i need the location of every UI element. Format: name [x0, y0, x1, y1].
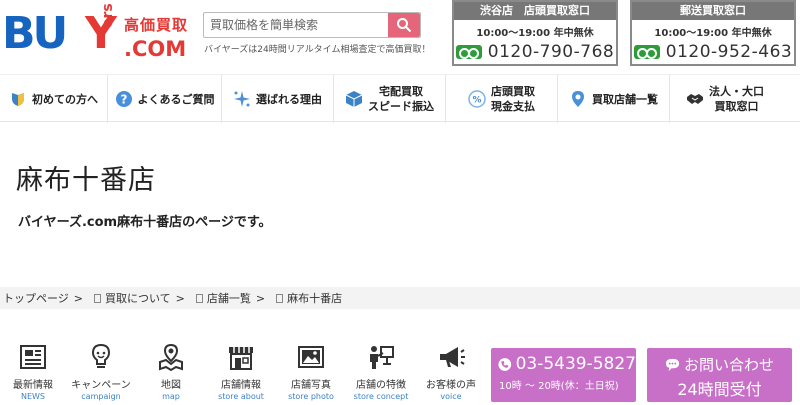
- presenter-icon: [370, 346, 394, 369]
- site-logo[interactable]: BU Y ers 高価買取 .COM: [2, 3, 192, 62]
- store-menu-label: 地図: [161, 380, 181, 391]
- nav-label: 買取店舗一覧: [592, 92, 658, 106]
- handshake-icon: [687, 94, 703, 104]
- store-menu-sublabel: store about: [218, 392, 264, 401]
- breadcrumb: トップページ > 買取について > 店舗一覧 > 麻布十番店: [0, 287, 800, 309]
- main-nav: 初めての方へ ? よくあるご質問 選ばれる理由 宅配買取 スピード振込 % 店頭…: [0, 74, 800, 123]
- cta-contact-label: お問い合わせ: [683, 356, 774, 374]
- store-menu-map[interactable]: 地図 map: [140, 342, 202, 401]
- breadcrumb-item-top[interactable]: トップページ: [3, 290, 69, 306]
- logo-buy: BU: [2, 8, 68, 59]
- search-tagline: バイヤーズは24時間リアルタイム相場査定で高価買取！: [204, 45, 431, 55]
- store-contact-hours: 10:00～19:00 年中無休: [476, 28, 594, 39]
- megaphone-icon: [440, 347, 465, 367]
- logo-ers: ers: [100, 3, 116, 28]
- nav-item-delivery[interactable]: 宅配買取 スピード振込: [334, 75, 446, 123]
- folder-icon: [94, 293, 101, 303]
- store-menu-label: 店舗の特徴: [356, 380, 406, 391]
- nav-item-stores[interactable]: 買取店舗一覧: [558, 75, 670, 123]
- cta-tel-hours: 10時 ～ 20時(休：土日祝): [499, 381, 619, 392]
- logo-kouka: 高価買取: [124, 16, 189, 34]
- store-contact-shibuya[interactable]: 渋谷店 店頭買取窓口 10:00～19:00 年中無休 0120-790-768: [452, 0, 618, 66]
- free-dial-icon: [633, 45, 660, 59]
- nav-item-reasons[interactable]: 選ばれる理由: [222, 75, 334, 123]
- breadcrumb-separator: >: [175, 291, 185, 305]
- store-menu-sublabel: NEWS: [20, 392, 46, 401]
- nav-label: 店頭買取 現金支払: [491, 85, 535, 113]
- store-menu-photo[interactable]: 店舗写真 store photo: [280, 342, 342, 401]
- breadcrumb-item-current: 麻布十番店: [287, 292, 343, 305]
- search-button[interactable]: [388, 13, 420, 37]
- nav-item-first-time[interactable]: 初めての方へ: [0, 75, 108, 123]
- store-menu-sublabel: store concept: [353, 392, 409, 401]
- store-contact-mail[interactable]: 郵送買取窓口 10:00～19:00 年中無休 0120-952-463: [630, 0, 796, 66]
- logo-text: 高価買取 .COM: [124, 14, 188, 61]
- store-menu-label: 店舗写真: [291, 380, 331, 391]
- map-pin-icon: [572, 91, 584, 107]
- breadcrumb-separator: >: [255, 291, 266, 305]
- breadcrumb-separator: >: [73, 291, 83, 305]
- phone-icon: [498, 357, 512, 371]
- photo-icon: [298, 346, 324, 368]
- store-menu-label: キャンペーン: [71, 380, 131, 391]
- breadcrumb-item-stores[interactable]: 店舗一覧: [207, 290, 251, 306]
- folder-icon: [276, 293, 284, 303]
- cta-tel-number: 03-5439-5827: [515, 354, 636, 374]
- nav-label: 宅配買取 スピード振込: [368, 85, 434, 113]
- store-contact-tel[interactable]: 0120-952-463: [666, 42, 792, 62]
- store-menu-sublabel: voice: [440, 392, 462, 401]
- page-title: 麻布十番店: [16, 165, 156, 196]
- page-description: バイヤーズ.com麻布十番店のページです。: [18, 215, 272, 230]
- svg-text:%: %: [472, 96, 481, 106]
- free-dial-icon: [455, 45, 482, 59]
- news-icon: [20, 345, 46, 369]
- sparkle-icon: [234, 91, 250, 107]
- logo-com: .COM: [124, 37, 187, 61]
- store-menu-voice[interactable]: お客様の声 voice: [420, 342, 482, 401]
- store-menu-sublabel: campaign: [81, 392, 121, 401]
- store-menu-sublabel: map: [162, 392, 180, 401]
- chat-icon: [665, 358, 680, 372]
- storefront-icon: [229, 347, 253, 370]
- search-icon: [397, 18, 412, 33]
- store-menu-news[interactable]: 最新情報 NEWS: [2, 342, 64, 401]
- site-header: BU Y ers 高価買取 .COM バイヤーズは24時間リアルタイム相場査定で…: [0, 0, 800, 70]
- store-contact-tel[interactable]: 0120-790-768: [488, 42, 614, 62]
- store-contact-hours: 10:00～19:00 年中無休: [654, 28, 772, 39]
- box-icon: [345, 91, 363, 107]
- lightbulb-icon: [91, 343, 111, 368]
- nav-item-corporate[interactable]: 法人・大口 買取窓口: [670, 75, 780, 123]
- store-menu-campaign[interactable]: キャンペーン campaign: [70, 342, 132, 401]
- nav-item-faq[interactable]: ? よくあるご質問: [108, 75, 222, 123]
- cash-icon: %: [468, 90, 486, 108]
- nav-label: よくあるご質問: [137, 92, 215, 106]
- contact-button[interactable]: お問い合わせ 24時間受付: [647, 348, 792, 402]
- nav-label: 初めての方へ: [32, 92, 98, 106]
- cta-contact-sub: 24時間受付: [677, 380, 762, 399]
- question-icon: ?: [115, 91, 132, 107]
- call-store-button[interactable]: 03-5439-5827 10時 ～ 20時(休：土日祝): [491, 348, 636, 402]
- map-icon: [159, 343, 183, 372]
- store-menu-label: 店舗情報: [221, 380, 261, 391]
- folder-icon: [195, 293, 203, 303]
- nav-label: 選ばれる理由: [256, 92, 322, 106]
- store-contact-title: 渋谷店 店頭買取窓口: [454, 2, 616, 20]
- store-menu-label: お客様の声: [426, 380, 476, 391]
- nav-label: 法人・大口 買取窓口: [709, 85, 764, 113]
- store-menu: 最新情報 NEWS キャンペーン campaign 地図 map 店舗情報 st…: [0, 342, 490, 402]
- nav-item-instore[interactable]: % 店頭買取 現金支払: [446, 75, 558, 123]
- search-input[interactable]: [204, 13, 389, 37]
- store-contact-title: 郵送買取窓口: [632, 2, 794, 20]
- svg-text:?: ?: [120, 93, 127, 107]
- store-menu-sublabel: store photo: [288, 392, 334, 401]
- store-menu-label: 最新情報: [13, 380, 53, 391]
- store-menu-info[interactable]: 店舗情報 store about: [210, 342, 272, 401]
- search-box: [203, 12, 421, 38]
- breadcrumb-item-about[interactable]: 買取について: [105, 290, 171, 306]
- store-menu-concept[interactable]: 店舗の特徴 store concept: [350, 342, 412, 401]
- shield-icon: [12, 93, 24, 106]
